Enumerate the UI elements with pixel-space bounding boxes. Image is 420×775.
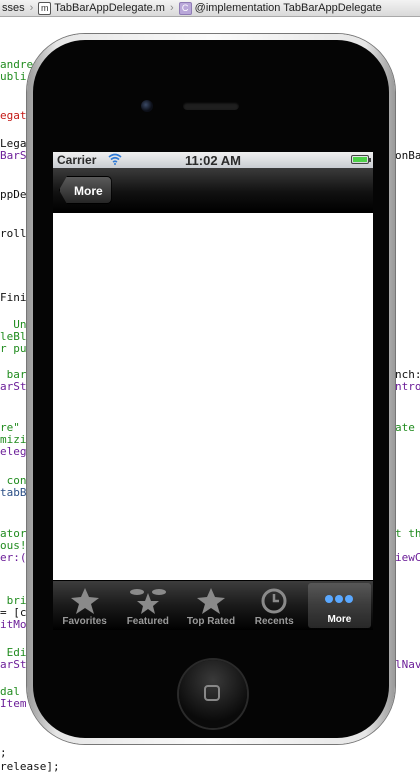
tab-label: Recents xyxy=(254,616,294,627)
tab-favorites[interactable]: Favorites xyxy=(53,581,116,630)
jump-bar-symbol-segment[interactable]: C @implementation TabBarAppDelegate xyxy=(177,1,384,15)
home-square-icon xyxy=(204,685,220,701)
jump-bar-group-label: sses xyxy=(2,2,25,14)
tab-recents[interactable]: Recents xyxy=(243,581,306,630)
featured-icon xyxy=(128,586,168,616)
content-area xyxy=(53,213,373,581)
tab-label: Featured xyxy=(126,616,169,627)
tab-top-rated[interactable]: Top Rated xyxy=(179,581,242,630)
code-line: arSt xyxy=(0,380,27,393)
star-icon xyxy=(70,586,100,616)
code-line: ate xyxy=(395,421,415,434)
code-line: ppDe xyxy=(0,188,27,201)
code-line: tabB xyxy=(0,486,27,499)
code-line: ntro xyxy=(395,380,420,393)
speaker-grille xyxy=(183,102,239,110)
more-dots-icon xyxy=(323,584,355,614)
code-line: ; xyxy=(0,746,7,759)
star-icon xyxy=(196,586,226,616)
status-bar: Carrier 11:02 AM xyxy=(53,152,373,168)
home-button[interactable] xyxy=(179,660,247,728)
code-line: Item xyxy=(0,697,27,710)
code-line: itMo xyxy=(0,618,27,631)
tab-label: Favorites xyxy=(62,616,107,627)
m-file-icon: m xyxy=(38,1,52,15)
jump-bar-file-label: TabBarAppDelegate.m xyxy=(54,2,165,14)
class-icon: C xyxy=(178,1,192,15)
navigation-bar: More xyxy=(53,168,373,213)
tab-bar: Favorites Featured Top Rated Recents Mor… xyxy=(53,580,373,630)
tab-label: More xyxy=(327,614,352,625)
jump-bar-group-segment[interactable]: sses xyxy=(0,2,27,14)
jump-bar-file-segment[interactable]: m TabBarAppDelegate.m xyxy=(36,1,167,15)
jump-bar-symbol-label: @implementation TabBarAppDelegate xyxy=(194,2,382,14)
battery-icon xyxy=(351,155,371,164)
back-button[interactable]: More xyxy=(59,176,112,204)
tab-more[interactable]: More xyxy=(307,583,372,628)
code-line: iewC xyxy=(395,551,420,564)
battery-tip xyxy=(369,158,371,162)
camera-icon xyxy=(141,100,153,112)
code-line: onBa xyxy=(395,149,420,162)
code-line: release]; xyxy=(0,760,60,773)
battery-level xyxy=(353,157,367,162)
tab-label: Top Rated xyxy=(186,616,236,627)
code-line: r pu xyxy=(0,342,27,355)
code-line: lNav xyxy=(395,658,420,671)
simulator-screen: Carrier 11:02 AM More Favorites Featured… xyxy=(53,152,373,630)
code-line: t th xyxy=(395,527,420,540)
clock-icon xyxy=(260,586,288,616)
chevron-right-icon: › xyxy=(169,2,174,14)
tab-featured[interactable]: Featured xyxy=(116,581,179,630)
code-line: ubli xyxy=(0,70,27,83)
status-time: 11:02 AM xyxy=(185,153,241,168)
code-line: arSt xyxy=(0,658,27,671)
chevron-right-icon: › xyxy=(29,2,34,14)
jump-bar: sses › m TabBarAppDelegate.m › C @implemen… xyxy=(0,0,420,17)
